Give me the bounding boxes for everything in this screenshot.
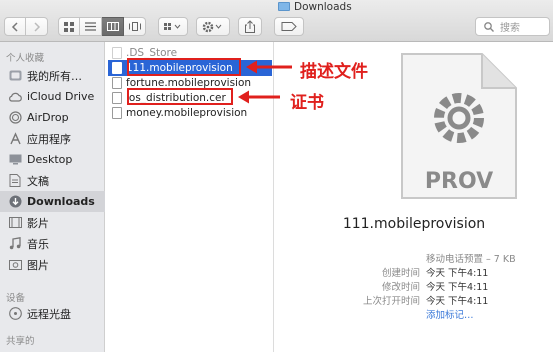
certificate-icon — [112, 92, 122, 104]
sidebar-item-remote-disc[interactable]: 远程光盘 — [0, 303, 105, 324]
share-icon — [245, 20, 255, 33]
all-files-icon — [8, 69, 22, 83]
back-button[interactable] — [4, 17, 26, 36]
search-input[interactable]: 搜索 — [475, 17, 550, 36]
preview-filename: 111.mobileprovision — [342, 216, 486, 232]
cloud-icon — [8, 90, 22, 104]
sidebar-item-applications[interactable]: 应用程序 — [0, 128, 105, 149]
file-icon — [112, 77, 122, 89]
share-button[interactable] — [238, 17, 262, 36]
list-view-button[interactable] — [80, 17, 102, 36]
preview-icon-label: PROV — [425, 169, 493, 194]
nav-buttons — [4, 17, 48, 36]
column-view-button[interactable] — [102, 17, 124, 36]
documents-icon — [8, 174, 22, 188]
desktop-icon — [8, 153, 22, 167]
view-mode-selector — [58, 17, 146, 36]
chevron-left-icon — [11, 21, 18, 32]
grid-icon — [64, 21, 74, 32]
edit-tags-button[interactable] — [274, 17, 304, 36]
tag-icon — [281, 22, 297, 31]
sidebar-item-downloads[interactable]: Downloads — [0, 191, 105, 212]
meta-created: 创建时间 今天 下午4:11 — [381, 268, 489, 279]
meta-last-opened: 上次打开时间 今天 下午4:11 — [362, 296, 489, 307]
columns-icon — [106, 22, 119, 31]
file-row[interactable]: money.mobileprovision — [108, 105, 272, 121]
sidebar-item-documents[interactable]: 文稿 — [0, 170, 105, 191]
sidebar-item-icloud-drive[interactable]: iCloud Drive — [0, 86, 105, 107]
icon-view-button[interactable] — [58, 17, 80, 36]
annotation-cert-label: 证书 — [290, 93, 324, 113]
downloads-icon — [8, 195, 22, 209]
arrow-cert-icon — [238, 90, 280, 104]
applications-icon — [8, 132, 22, 146]
sidebar-item-airdrop[interactable]: AirDrop — [0, 107, 105, 128]
music-icon — [8, 237, 22, 251]
forward-button[interactable] — [26, 17, 48, 36]
gear-icon — [202, 21, 222, 32]
arrange-icon — [164, 22, 181, 30]
meta-modified: 修改时间 今天 下午4:11 — [381, 282, 489, 293]
highlight-cert-box — [127, 88, 233, 105]
sidebar-item-desktop[interactable]: Desktop — [0, 149, 105, 170]
airdrop-icon — [8, 111, 22, 125]
action-button[interactable] — [196, 17, 230, 36]
highlight-profile-box — [127, 58, 241, 76]
arrow-profile-icon — [246, 60, 292, 74]
remote-disc-icon — [8, 307, 22, 321]
chevron-right-icon — [33, 21, 40, 32]
annotation-profile-label: 描述文件 — [300, 62, 368, 82]
file-icon — [112, 47, 122, 59]
coverflow-icon — [128, 22, 141, 31]
movies-icon — [8, 216, 22, 230]
folder-icon — [278, 2, 290, 11]
window-title: Downloads — [278, 0, 352, 13]
file-icon — [112, 62, 122, 74]
list-icon — [85, 22, 96, 31]
sidebar-item-all-files[interactable]: 我的所有… — [0, 65, 105, 86]
arrange-button[interactable] — [158, 17, 188, 36]
window-toolbar: Downloads 搜索 — [0, 0, 553, 42]
coverflow-view-button[interactable] — [124, 17, 146, 36]
sidebar-section-shared: 共享的 — [6, 336, 35, 347]
sidebar-item-movies[interactable]: 影片 — [0, 212, 105, 233]
preview-kind-size: 移动电话预置 – 7 KB — [426, 254, 516, 265]
sidebar-section-favorites: 个人收藏 — [6, 53, 45, 64]
document-preview-icon: PROV — [401, 53, 517, 199]
file-icon — [112, 107, 122, 119]
search-icon — [484, 22, 494, 32]
add-tags-link[interactable]: 添加标记… — [426, 307, 474, 321]
